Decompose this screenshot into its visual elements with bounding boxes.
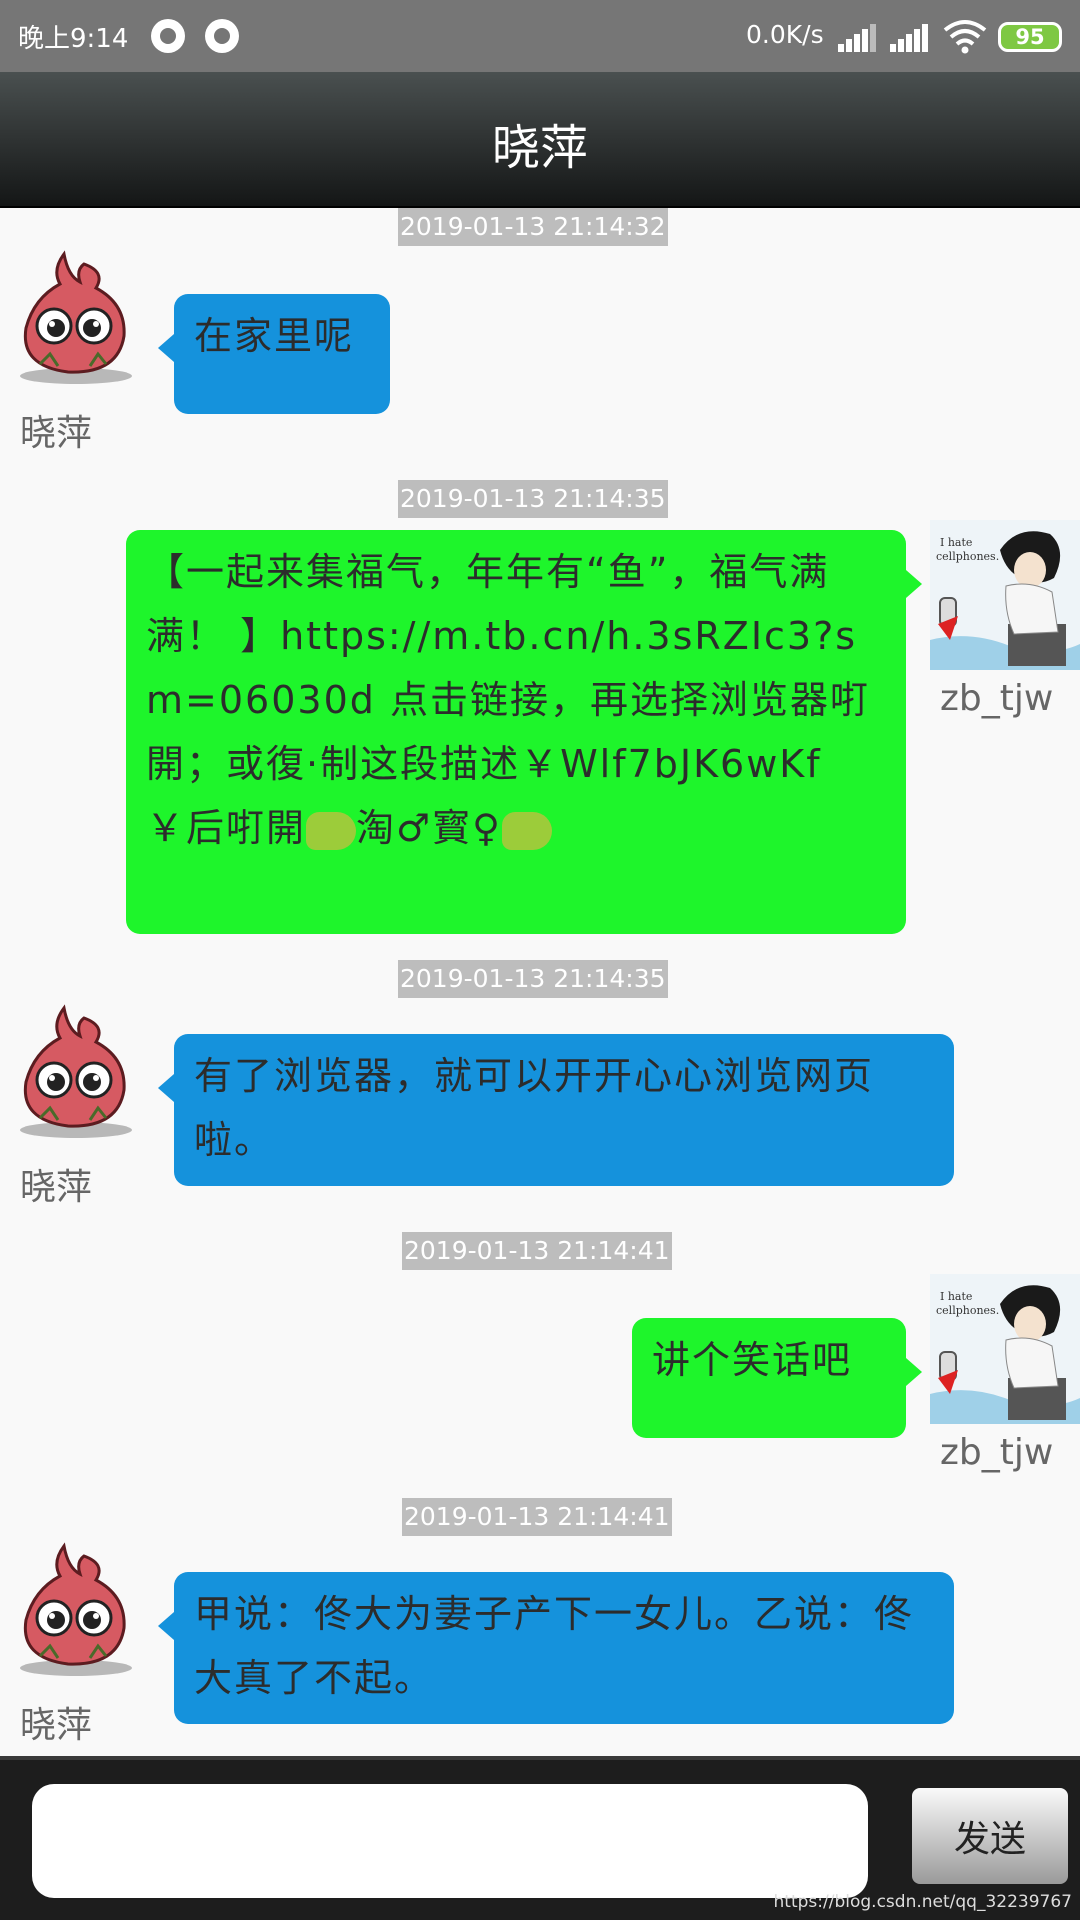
message-bubble[interactable]: 有了浏览器，就可以开开心心浏览网页啦。	[158, 1034, 954, 1186]
message-list[interactable]: 2019-01-13 21:14:32 晓萍 在家里呢 2019-01-13 2…	[0, 208, 1080, 1756]
message-input[interactable]	[32, 1784, 868, 1898]
sender-name: 晓萍	[20, 1705, 93, 1746]
record-icon	[205, 19, 239, 53]
contact-avatar-icon[interactable]	[6, 248, 146, 388]
chat-title: 晓萍	[491, 120, 588, 176]
record-icon	[151, 19, 185, 53]
user-avatar-icon[interactable]: I hate cellphones.	[930, 520, 1080, 670]
message-bubble[interactable]: 【一起来集福气，年年有“鱼”，福气满满！ 】https://m.tb.cn/h.…	[126, 530, 922, 934]
message-text: 甲说：佟大为妻子产下一女儿。乙说：佟大真了不起。	[194, 1592, 915, 1700]
signal-icon	[890, 24, 930, 52]
timestamp: 2019-01-13 21:14:41	[402, 1232, 672, 1270]
message-text: 【一起来集福气，年年有“鱼”，福气满满！ 】https://m.tb.cn/h.…	[146, 550, 870, 850]
battery-level: 95	[1015, 25, 1045, 49]
signal-icon	[838, 24, 878, 52]
sender-name: zb_tjw	[940, 678, 1054, 719]
message-text: 讲个笑话吧	[652, 1338, 853, 1382]
message-bubble[interactable]: 在家里呢	[158, 294, 390, 414]
status-bar: 晚上9:14 0.0K/s 95	[0, 0, 1080, 72]
pointing-hand-icon	[501, 811, 552, 850]
network-speed: 0.0K/s	[746, 20, 824, 49]
input-bar: 发送 https://blog.csdn.net/qq_32239767	[0, 1756, 1080, 1920]
timestamp: 2019-01-13 21:14:32	[398, 208, 668, 246]
sender-name: 晓萍	[20, 413, 93, 454]
message-text: 在家里呢	[194, 314, 355, 358]
user-avatar-icon[interactable]: I hate cellphones.	[930, 1274, 1080, 1424]
chat-header: 晓萍	[0, 72, 1080, 208]
svg-text:I hate: I hate	[940, 536, 972, 549]
watermark: https://blog.csdn.net/qq_32239767	[773, 1892, 1072, 1912]
svg-text:I hate: I hate	[940, 1290, 972, 1303]
message-bubble[interactable]: 讲个笑话吧	[632, 1318, 922, 1438]
send-button[interactable]: 发送	[912, 1788, 1068, 1884]
contact-avatar-icon[interactable]	[6, 1002, 146, 1142]
message-bubble[interactable]: 甲说：佟大为妻子产下一女儿。乙说：佟大真了不起。	[158, 1572, 954, 1724]
message-text: 淘♂寳♀	[356, 806, 502, 850]
wifi-icon	[943, 20, 987, 54]
svg-text:cellphones.: cellphones.	[936, 1304, 999, 1317]
timestamp: 2019-01-13 21:14:35	[398, 960, 668, 998]
battery-icon: 95	[998, 22, 1062, 52]
svg-text:cellphones.: cellphones.	[936, 550, 999, 563]
status-time: 晚上9:14	[18, 24, 129, 54]
message-text: 有了浏览器，就可以开开心心浏览网页啦。	[194, 1054, 875, 1162]
sender-name: zb_tjw	[940, 1432, 1054, 1473]
contact-avatar-icon[interactable]	[6, 1540, 146, 1680]
timestamp: 2019-01-13 21:14:35	[398, 480, 668, 518]
pointing-hand-icon	[306, 811, 357, 850]
sender-name: 晓萍	[20, 1167, 93, 1208]
timestamp: 2019-01-13 21:14:41	[402, 1498, 672, 1536]
